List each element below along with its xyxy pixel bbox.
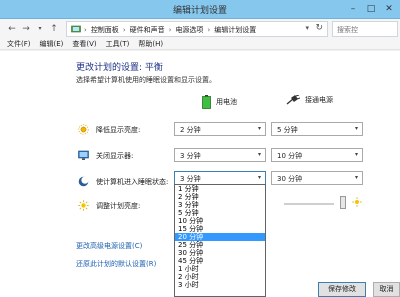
page-title: 更改计划的设置: 平衡 xyxy=(76,63,163,73)
back-arrow-icon[interactable]: ← xyxy=(6,23,18,35)
minimize-icon[interactable]: – xyxy=(344,0,362,19)
dim-display-battery-select[interactable]: 2 分钟 ▾ xyxy=(174,122,266,136)
select-value: 10 分钟 xyxy=(277,152,303,160)
search-placeholder: 搜索控 xyxy=(337,26,358,34)
title-bar: 编辑计划设置 – □ ✕ xyxy=(0,0,400,19)
battery-column-header: 用电池 xyxy=(202,95,237,109)
plugged-column-label: 接通电源 xyxy=(305,96,333,104)
menu-file[interactable]: 文件(F) xyxy=(7,39,31,49)
breadcrumb-item[interactable]: 编辑计划设置 xyxy=(214,25,256,35)
address-dropdown-icon[interactable]: ▾ xyxy=(305,24,309,32)
breadcrumb-separator-icon: › xyxy=(168,26,172,34)
dropdown-option[interactable]: 2 小时 xyxy=(175,273,265,281)
chevron-down-icon: ▾ xyxy=(354,174,358,181)
menu-bar: 文件(F) 编辑(E) 查看(V) 工具(T) 帮助(H) xyxy=(0,39,400,50)
power-plug-icon xyxy=(286,95,300,105)
chevron-down-icon: ▾ xyxy=(354,125,358,132)
close-icon[interactable]: ✕ xyxy=(380,0,398,19)
breadcrumb-separator-icon: › xyxy=(207,26,211,34)
chevron-down-icon: ▾ xyxy=(257,125,261,132)
menu-help[interactable]: 帮助(H) xyxy=(138,39,163,49)
save-changes-button[interactable]: 保存修改 xyxy=(318,282,366,297)
chevron-down-icon: ▾ xyxy=(354,151,358,158)
dropdown-option[interactable]: 25 分钟 xyxy=(175,241,265,249)
refresh-icon[interactable]: ↻ xyxy=(315,23,323,33)
advanced-settings-link[interactable]: 更改高级电源设置(C) xyxy=(76,241,142,251)
cancel-button[interactable]: 取消 xyxy=(373,282,400,297)
monitor-icon xyxy=(78,150,89,160)
dropdown-option[interactable]: 1 分钟 xyxy=(175,185,265,193)
restore-defaults-link[interactable]: 还原此计划的默认设置(R) xyxy=(76,259,156,269)
select-value: 2 分钟 xyxy=(180,126,201,134)
address-row: ← → ▾ ↑ › 控制面板 › 硬件和声音 › 电源选项 › 编辑计划设置 ▾… xyxy=(0,19,400,39)
menu-edit[interactable]: 编辑(E) xyxy=(40,39,64,49)
menu-view[interactable]: 查看(V) xyxy=(72,39,96,49)
turn-off-display-battery-select[interactable]: 3 分钟 ▾ xyxy=(174,148,266,162)
sleep-dropdown-list[interactable]: 1 分钟 2 分钟 3 分钟 5 分钟 10 分钟 15 分钟 20 分钟 25… xyxy=(174,184,266,297)
breadcrumb-item[interactable]: 电源选项 xyxy=(175,25,203,35)
sleep-row: 使计算机进入睡眠状态: xyxy=(78,176,168,187)
sleep-battery-select[interactable]: 3 分钟 ▾ xyxy=(174,171,266,185)
brightness-max-icon xyxy=(352,197,362,207)
sleep-plugged-select[interactable]: 30 分钟 ▾ xyxy=(271,171,363,185)
menu-tools[interactable]: 工具(T) xyxy=(106,39,130,49)
breadcrumb: › 控制面板 › 硬件和声音 › 电源选项 › 编辑计划设置 xyxy=(84,25,256,35)
brightness-sun-icon xyxy=(78,200,89,211)
turn-off-display-plugged-select[interactable]: 10 分钟 ▾ xyxy=(271,148,363,162)
battery-icon xyxy=(202,95,211,109)
battery-column-label: 用电池 xyxy=(216,98,237,106)
select-value: 3 分钟 xyxy=(180,175,201,183)
select-value: 5 分钟 xyxy=(277,126,298,134)
recent-pages-icon[interactable]: ▾ xyxy=(34,23,46,35)
dropdown-option[interactable]: 10 分钟 xyxy=(175,217,265,225)
dim-display-label: 降低显示亮度: xyxy=(96,125,141,134)
dropdown-option[interactable]: 5 分钟 xyxy=(175,209,265,217)
control-panel-icon xyxy=(71,25,81,33)
dropdown-option[interactable]: 2 分钟 xyxy=(175,193,265,201)
dropdown-option-highlighted[interactable]: 20 分钟 xyxy=(175,233,265,241)
select-value: 3 分钟 xyxy=(180,152,201,160)
plugged-column-header: 接通电源 xyxy=(286,95,333,105)
chevron-down-icon: ▾ xyxy=(257,151,261,158)
sleep-label: 使计算机进入睡眠状态: xyxy=(96,177,169,186)
search-input[interactable]: 搜索控 xyxy=(332,21,398,37)
dim-display-row: 降低显示亮度: xyxy=(78,124,140,135)
dropdown-option[interactable]: 3 小时 xyxy=(175,281,265,289)
maximize-icon[interactable]: □ xyxy=(362,0,380,19)
turn-off-display-row: 关闭显示器: xyxy=(78,150,133,161)
brightness-row: 调整计划亮度: xyxy=(78,200,140,211)
breadcrumb-separator-icon: › xyxy=(84,26,87,34)
dropdown-option[interactable]: 3 分钟 xyxy=(175,201,265,209)
up-arrow-icon[interactable]: ↑ xyxy=(48,23,60,35)
brightness-plugged-slider-thumb[interactable] xyxy=(340,196,346,209)
dim-display-plugged-select[interactable]: 5 分钟 ▾ xyxy=(271,122,363,136)
sun-dim-icon xyxy=(78,124,89,135)
window-title: 编辑计划设置 xyxy=(172,6,227,16)
forward-arrow-icon[interactable]: → xyxy=(20,23,32,35)
chevron-down-icon: ▾ xyxy=(257,174,261,181)
brightness-plugged-slider-track[interactable] xyxy=(284,203,334,205)
dropdown-option[interactable]: 15 分钟 xyxy=(175,225,265,233)
dropdown-option[interactable]: 30 分钟 xyxy=(175,249,265,257)
page-subtitle: 选择希望计算机使用的睡眠设置和显示设置。 xyxy=(76,76,216,84)
address-bar[interactable]: › 控制面板 › 硬件和声音 › 电源选项 › 编辑计划设置 ▾ ↻ xyxy=(66,21,328,37)
breadcrumb-separator-icon: › xyxy=(122,26,126,34)
breadcrumb-item[interactable]: 硬件和声音 xyxy=(130,25,165,35)
brightness-label: 调整计划亮度: xyxy=(96,201,141,210)
dropdown-option[interactable]: 1 小时 xyxy=(175,265,265,273)
turn-off-display-label: 关闭显示器: xyxy=(96,151,134,160)
sleep-moon-icon xyxy=(78,176,89,187)
select-value: 30 分钟 xyxy=(277,175,303,183)
dropdown-option[interactable]: 45 分钟 xyxy=(175,257,265,265)
breadcrumb-item[interactable]: 控制面板 xyxy=(91,25,119,35)
